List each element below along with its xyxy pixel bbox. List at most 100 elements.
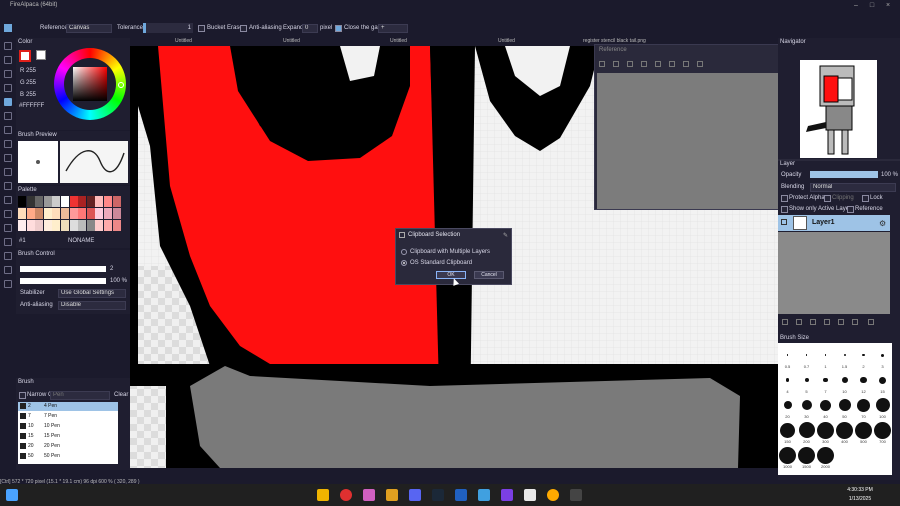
- edit-icon[interactable]: ✎: [503, 232, 508, 239]
- gradient-tool-icon[interactable]: [4, 112, 12, 120]
- brush-row[interactable]: 7 7 Pen: [18, 412, 118, 421]
- palette-swatch[interactable]: [112, 208, 121, 219]
- anti-aliasing-checkbox[interactable]: [240, 25, 247, 32]
- brush-size-cell[interactable]: 12: [854, 372, 873, 396]
- brush-size-cell[interactable]: 2: [854, 347, 873, 371]
- palette-swatch[interactable]: [52, 196, 61, 207]
- brush-size-cell[interactable]: 300: [816, 421, 835, 446]
- r-value[interactable]: 255: [26, 68, 36, 74]
- hue-wheel[interactable]: [54, 48, 126, 120]
- select-pen-tool-icon[interactable]: [4, 154, 12, 162]
- navigator-preview[interactable]: [800, 60, 877, 158]
- layer-opacity-slider[interactable]: [810, 171, 878, 178]
- saturation-square[interactable]: [73, 67, 107, 101]
- tab-untitled-2[interactable]: Untitled: [283, 38, 300, 44]
- duplicate-layer-icon[interactable]: [824, 319, 830, 325]
- mail-icon[interactable]: [478, 489, 490, 501]
- reference-image-area[interactable]: [597, 73, 779, 209]
- brush-size-cell[interactable]: 1: [816, 347, 835, 371]
- lock-checkbox[interactable]: [862, 195, 869, 202]
- brush-size-cell[interactable]: 20: [778, 397, 797, 421]
- palette-swatch[interactable]: [18, 220, 26, 231]
- palette-swatch[interactable]: [95, 196, 104, 207]
- tab-untitled-3[interactable]: Untitled: [390, 38, 407, 44]
- zoom-in-icon[interactable]: [627, 61, 633, 67]
- opera-icon[interactable]: [340, 489, 352, 501]
- layer-settings-gear-icon[interactable]: ⚙: [879, 219, 886, 228]
- new-8bit-layer-icon[interactable]: [796, 319, 802, 325]
- palette-swatch[interactable]: [52, 220, 61, 231]
- close-gap-select[interactable]: +: [378, 24, 408, 33]
- app-drop-icon[interactable]: [363, 489, 375, 501]
- brush-size-cell[interactable]: 50: [835, 397, 854, 421]
- palette-swatch[interactable]: [35, 220, 44, 231]
- tolerance-slider[interactable]: 1: [143, 23, 193, 33]
- palette-swatch[interactable]: [78, 208, 87, 219]
- hue-cursor[interactable]: [118, 82, 124, 88]
- shape-tool-icon[interactable]: [4, 224, 12, 232]
- transform-tool-icon[interactable]: [4, 84, 12, 92]
- b-value[interactable]: 255: [26, 92, 36, 98]
- option-multiple-layers-radio[interactable]: [401, 249, 407, 255]
- visibility-eye-icon[interactable]: [781, 219, 787, 225]
- palette-swatch[interactable]: [69, 196, 78, 207]
- move-tool-icon[interactable]: [4, 70, 12, 78]
- layer-row[interactable]: Layer1 ⚙: [778, 215, 890, 231]
- hex-value[interactable]: #FFFFFF: [19, 103, 44, 109]
- tab-untitled-1[interactable]: Untitled: [175, 38, 192, 44]
- cancel-button[interactable]: Cancel: [474, 271, 504, 279]
- brush-row[interactable]: 50 50 Pen: [18, 452, 118, 461]
- magic-wand-tool-icon[interactable]: [4, 140, 12, 148]
- rotate-left-icon[interactable]: [683, 61, 689, 67]
- palette-swatch[interactable]: [18, 196, 26, 207]
- palette-swatch[interactable]: [86, 208, 95, 219]
- option-os-clipboard-label[interactable]: OS Standard Clipboard: [410, 260, 472, 266]
- eyedropper-icon[interactable]: [669, 61, 675, 67]
- palette-swatch[interactable]: [69, 220, 78, 231]
- g-value[interactable]: 255: [26, 80, 36, 86]
- palette-swatch[interactable]: [112, 220, 121, 231]
- brush-size-cell[interactable]: 10: [835, 372, 854, 396]
- firealpaca-icon[interactable]: [524, 489, 536, 501]
- protect-alpha-checkbox[interactable]: [781, 195, 788, 202]
- close-gap-checkbox[interactable]: [335, 25, 342, 32]
- fill-tool-icon[interactable]: [4, 98, 12, 106]
- brush-clear-button[interactable]: Clear: [114, 392, 128, 398]
- palette-swatch[interactable]: [35, 196, 44, 207]
- palette-swatch[interactable]: [95, 220, 104, 231]
- app-3-icon[interactable]: [386, 489, 398, 501]
- close-icon[interactable]: ×: [884, 2, 892, 10]
- windows-start-icon[interactable]: [6, 489, 18, 501]
- app-orange-icon[interactable]: [547, 489, 559, 501]
- palette-swatch[interactable]: [18, 208, 26, 219]
- show-only-active-checkbox[interactable]: [781, 206, 788, 213]
- brush-size-cell[interactable]: 5: [797, 372, 816, 396]
- brush-size-cell[interactable]: 150: [778, 422, 797, 446]
- hand-tool-icon[interactable]: [4, 252, 12, 260]
- delete-layer-icon[interactable]: [868, 319, 874, 325]
- clock-date[interactable]: 1/13/2025: [840, 496, 880, 502]
- fit-icon[interactable]: [655, 61, 661, 67]
- narrow-checkbox[interactable]: [19, 392, 26, 399]
- palette-swatch[interactable]: [43, 208, 52, 219]
- option-os-clipboard-radio[interactable]: [401, 260, 407, 266]
- lasso-tool-icon[interactable]: [4, 126, 12, 134]
- bucket-erase-checkbox[interactable]: [198, 25, 205, 32]
- palette-swatch[interactable]: [86, 196, 95, 207]
- brush-row[interactable]: 2 4 Pen: [18, 402, 118, 411]
- tab-untitled-4[interactable]: Untitled: [498, 38, 515, 44]
- brush-size-slider[interactable]: [20, 266, 106, 272]
- dot-tool-icon[interactable]: [4, 280, 12, 288]
- eyedropper-tool-icon[interactable]: [4, 238, 12, 246]
- palette-swatch[interactable]: [43, 196, 52, 207]
- option-multiple-layers-label[interactable]: Clipboard with Multiple Layers: [410, 249, 490, 255]
- brush-size-cell[interactable]: 30: [797, 397, 816, 421]
- app-g-icon[interactable]: [501, 489, 513, 501]
- discord-icon[interactable]: [409, 489, 421, 501]
- steam-icon[interactable]: [432, 489, 444, 501]
- brush-size-cell[interactable]: 3: [873, 347, 892, 371]
- merge-down-icon[interactable]: [838, 319, 844, 325]
- primary-color-swatch[interactable]: [19, 50, 31, 62]
- brush-size-cell[interactable]: 1500: [797, 446, 816, 471]
- palette-swatch[interactable]: [35, 208, 44, 219]
